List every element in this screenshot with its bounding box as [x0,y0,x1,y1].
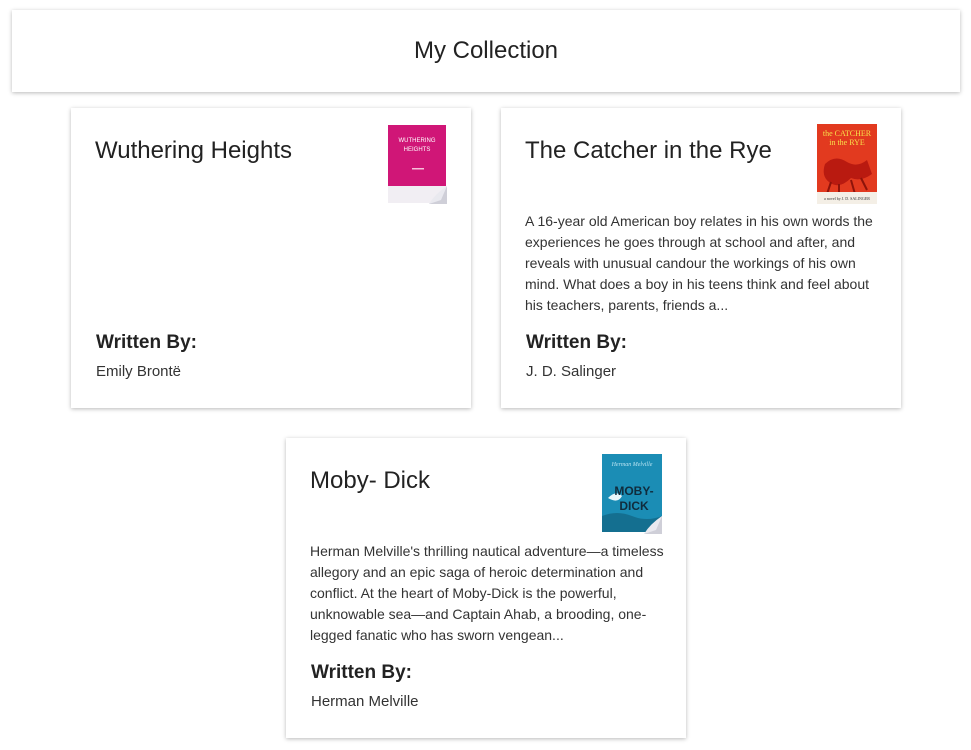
book-title: The Catcher in the Rye [525,137,772,164]
svg-text:MOBY-: MOBY- [614,484,653,498]
book-author: J. D. Salinger [526,363,617,380]
svg-text:WUTHERING: WUTHERING [399,138,436,144]
svg-text:the CATCHER: the CATCHER [823,129,872,138]
book-card[interactable]: Moby- Dick Herman Melville MOBY- DICK He… [286,438,686,738]
catcher-in-the-rye-cover-icon: the CATCHER in the RYE a novel by J. D. … [817,124,877,204]
wuthering-heights-cover-icon: WUTHERING HEIGHTS [387,124,447,204]
book-title: Moby- Dick [310,467,431,494]
written-by-label: Written By: [311,662,412,683]
book-author: Herman Melville [311,693,419,710]
svg-text:Herman Melville: Herman Melville [611,462,653,468]
book-card[interactable]: The Catcher in the Rye the CATCHER in th… [501,108,901,408]
book-description: A 16-year old American boy relates in hi… [525,213,873,313]
book-description: Herman Melville's thrilling nautical adv… [310,543,664,643]
svg-text:in the RYE: in the RYE [829,138,865,147]
svg-text:HEIGHTS: HEIGHTS [404,147,431,153]
written-by-label: Written By: [526,332,627,353]
page-title: My Collection [413,37,559,64]
book-title: Wuthering Heights [95,137,292,164]
book-card[interactable]: Wuthering Heights WUTHERING HEIGHTS Writ… [71,108,471,408]
book-author: Emily Brontë [96,363,182,380]
written-by-label: Written By: [96,332,197,353]
app-header: My Collection [12,10,960,92]
moby-dick-cover-icon: Herman Melville MOBY- DICK [602,454,662,534]
svg-text:a novel by J. D. SALINGER: a novel by J. D. SALINGER [824,196,870,201]
svg-text:DICK: DICK [619,499,649,513]
